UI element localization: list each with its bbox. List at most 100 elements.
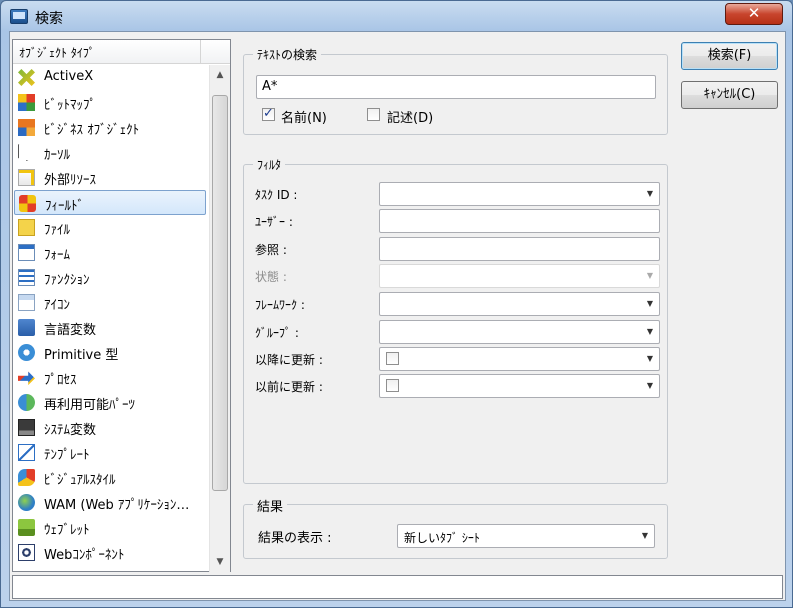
scroll-up-icon[interactable]: ▲ — [210, 65, 230, 85]
list-item-field[interactable]: ﾌｨｰﾙﾄﾞ — [14, 190, 206, 215]
list-body: ActiveX ﾋﾞｯﾄﾏｯﾌﾟ ﾋﾞｼﾞﾈｽ ｵﾌﾞｼﾞｪｸﾄ ｶｰｿﾙ 外部ﾘｿｰｽ… — [13, 65, 209, 572]
dialog-body: ｵﾌﾞｼﾞｪｸﾄ ﾀｲﾌﾟ ActiveX ﾋﾞｯﾄﾏｯﾌﾟ ﾋﾞｼﾞﾈｽ ｵﾌﾞｼ… — [9, 31, 786, 601]
filter-field-5[interactable]: ▼ — [379, 320, 660, 344]
scroll-thumb[interactable] — [212, 95, 228, 491]
list-item-label: ﾋﾞｯﾄﾏｯﾌﾟ — [44, 98, 96, 113]
list-item-function[interactable]: ﾌｧﾝｸｼｮﾝ — [14, 265, 206, 290]
results-group-label: 結果 — [253, 496, 288, 515]
primitive-type-icon — [18, 344, 35, 361]
filter-label-4: ﾌﾚｰﾑﾜｰｸ : — [255, 298, 305, 312]
list-item-label: ｶｰｿﾙ — [44, 148, 70, 163]
filter-field-0[interactable]: ▼ — [379, 182, 660, 206]
list-item-label: ｳｪﾌﾞﾚｯﾄ — [44, 523, 90, 538]
filter-label-3: 状態 : — [255, 270, 287, 284]
filter-label-0: ﾀｽｸ ID : — [255, 188, 298, 202]
description-checkbox[interactable] — [367, 108, 380, 121]
scroll-down-icon[interactable]: ▼ — [210, 552, 230, 572]
filter-field-2[interactable] — [379, 237, 660, 261]
list-item-visual-style[interactable]: ﾋﾞｼﾞｭｱﾙｽﾀｲﾙ — [14, 465, 206, 490]
system-variable-icon — [18, 419, 35, 436]
list-item-template[interactable]: ﾃﾝﾌﾟﾚｰﾄ — [14, 440, 206, 465]
list-item-language-variable[interactable]: 言語変数 — [14, 315, 206, 340]
list-item-reusable-parts[interactable]: 再利用可能ﾊﾟｰﾂ — [14, 390, 206, 415]
external-resource-icon — [18, 169, 35, 186]
close-button[interactable]: ✕ — [725, 3, 783, 25]
column-header-object-type[interactable]: ｵﾌﾞｼﾞｪｸﾄ ﾀｲﾌﾟ — [13, 40, 201, 64]
list-item-activex[interactable]: ActiveX — [14, 65, 206, 90]
results-group: 結果 結果の表示 : 新しいﾀﾌﾞ ｼｰﾄ ▼ — [243, 496, 668, 559]
wam-icon — [18, 494, 35, 511]
language-variable-icon — [18, 319, 35, 336]
text-search-group-label: ﾃｷｽﾄの検索 — [253, 46, 322, 63]
field-icon — [19, 195, 36, 212]
filter-label-5: ｸﾞﾙｰﾌﾟ : — [255, 326, 299, 340]
filter-field-7[interactable]: ▼ — [379, 374, 660, 398]
chevron-down-icon: ▼ — [646, 299, 653, 308]
filter-label-7: 以前に更新 : — [255, 380, 323, 394]
search-dialog: 検索 ✕ ｵﾌﾞｼﾞｪｸﾄ ﾀｲﾌﾟ ActiveX ﾋﾞｯﾄﾏｯﾌﾟ ﾋﾞｼﾞﾈｽ… — [0, 0, 793, 608]
chevron-down-icon: ▼ — [646, 354, 653, 363]
list-item-label: WAM (Web ｱﾌﾟﾘｹｰｼｮﾝ… — [44, 498, 190, 513]
list-item-business-object[interactable]: ﾋﾞｼﾞﾈｽ ｵﾌﾞｼﾞｪｸﾄ — [14, 115, 206, 140]
cursor-icon — [18, 144, 32, 161]
window-title: 検索 — [35, 11, 63, 27]
search-button[interactable]: 検索(F) — [681, 42, 778, 70]
list-item-label: ﾋﾞｼﾞﾈｽ ｵﾌﾞｼﾞｪｸﾄ — [44, 123, 140, 138]
list-item-label: ActiveX — [44, 69, 94, 84]
list-item-label: ﾃﾝﾌﾟﾚｰﾄ — [44, 448, 90, 463]
list-item-label: 外部ﾘｿｰｽ — [44, 173, 97, 188]
list-item-system-variable[interactable]: ｼｽﾃﾑ変数 — [14, 415, 206, 440]
cancel-button[interactable]: ｷｬﾝｾﾙ(C) — [681, 81, 778, 109]
date-enable-checkbox[interactable] — [386, 352, 399, 365]
filter-group-label: ﾌｨﾙﾀ — [253, 156, 286, 173]
list-scrollbar[interactable]: ▲ ▼ — [209, 65, 230, 572]
list-item-label: Webｺﾝﾎﾟｰﾈﾝﾄ — [44, 548, 125, 563]
process-icon — [18, 371, 35, 386]
list-item-label: ﾌｧﾝｸｼｮﾝ — [44, 273, 90, 288]
weblet-icon — [18, 519, 35, 536]
chevron-down-icon: ▼ — [646, 189, 653, 198]
filter-label-1: ﾕｰｻﾞｰ : — [255, 215, 293, 229]
title-bar[interactable]: 検索 ✕ — [1, 1, 792, 31]
form-icon — [18, 244, 35, 261]
chevron-down-icon: ▼ — [646, 271, 653, 280]
status-bar — [12, 575, 783, 599]
list-item-label: ﾌｧｲﾙ — [44, 223, 70, 238]
name-checkbox[interactable] — [262, 106, 275, 121]
list-header: ｵﾌﾞｼﾞｪｸﾄ ﾀｲﾌﾟ — [13, 40, 230, 64]
bitmap-icon — [18, 94, 35, 111]
visual-style-icon — [18, 469, 35, 486]
template-icon — [18, 444, 35, 461]
activex-icon — [18, 69, 35, 86]
list-item-form[interactable]: ﾌｫｰﾑ — [14, 240, 206, 265]
date-enable-checkbox[interactable] — [386, 379, 399, 392]
list-item-label: Primitive 型 — [44, 348, 119, 363]
business-object-icon — [18, 119, 35, 136]
search-text-input[interactable]: A* — [256, 75, 656, 99]
filter-field-4[interactable]: ▼ — [379, 292, 660, 316]
list-item-bitmap[interactable]: ﾋﾞｯﾄﾏｯﾌﾟ — [14, 90, 206, 115]
results-display-label: 結果の表示 : — [258, 531, 332, 546]
filter-field-6[interactable]: ▼ — [379, 347, 660, 371]
list-item-wam[interactable]: WAM (Web ｱﾌﾟﾘｹｰｼｮﾝ… — [14, 490, 206, 515]
results-display-value: 新しいﾀﾌﾞ ｼｰﾄ — [404, 531, 480, 545]
object-type-list[interactable]: ｵﾌﾞｼﾞｪｸﾄ ﾀｲﾌﾟ ActiveX ﾋﾞｯﾄﾏｯﾌﾟ ﾋﾞｼﾞﾈｽ ｵﾌﾞｼ… — [12, 39, 231, 572]
name-checkbox-label[interactable]: 名前(N) — [281, 107, 327, 126]
description-checkbox-label[interactable]: 記述(D) — [387, 107, 433, 126]
filter-label-2: 参照 : — [255, 243, 287, 257]
filter-field-1[interactable] — [379, 209, 660, 233]
results-display-select[interactable]: 新しいﾀﾌﾞ ｼｰﾄ ▼ — [397, 524, 655, 548]
list-item-icon[interactable]: ｱｲｺﾝ — [14, 290, 206, 315]
filter-label-6: 以降に更新 : — [255, 353, 323, 367]
list-item-external-resource[interactable]: 外部ﾘｿｰｽ — [14, 165, 206, 190]
text-search-group: ﾃｷｽﾄの検索 A* 名前(N) 記述(D) — [243, 46, 668, 135]
list-item-weblet[interactable]: ｳｪﾌﾞﾚｯﾄ — [14, 515, 206, 540]
list-item-cursor[interactable]: ｶｰｿﾙ — [14, 140, 206, 165]
list-item-web-component[interactable]: Webｺﾝﾎﾟｰﾈﾝﾄ — [14, 540, 206, 565]
list-item-process[interactable]: ﾌﾟﾛｾｽ — [14, 365, 206, 390]
file-icon — [18, 219, 35, 236]
reusable-parts-icon — [18, 394, 35, 411]
filter-group: ﾌｨﾙﾀ ﾀｽｸ ID : ▼ ﾕｰｻﾞｰ : 参照 : 状態 : ▼ ﾌﾚｰﾑﾜｰｸ : ▼… — [243, 156, 668, 484]
list-item-file[interactable]: ﾌｧｲﾙ — [14, 215, 206, 240]
list-item-primitive-type[interactable]: Primitive 型 — [14, 340, 206, 365]
